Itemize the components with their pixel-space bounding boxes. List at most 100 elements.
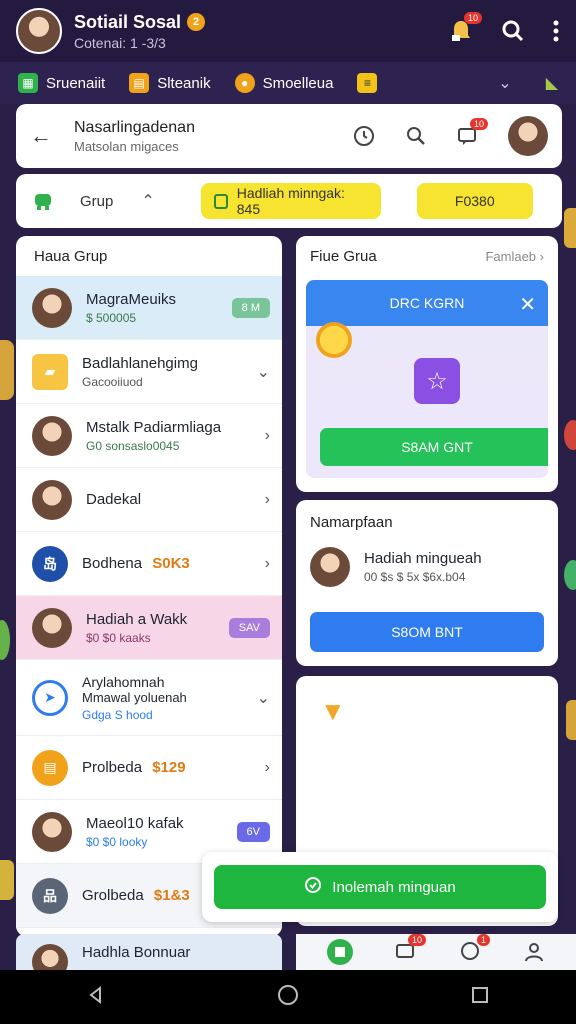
status-chip[interactable]: 6V <box>236 821 270 842</box>
category-label: Smoelleua <box>262 74 334 92</box>
chevron-right-icon[interactable]: › <box>265 491 270 509</box>
more-menu-icon[interactable] <box>552 19 560 43</box>
user-avatar[interactable] <box>508 116 548 156</box>
list-item-text: Bodhena S0K3 <box>82 555 265 572</box>
calendar-icon: ▤ <box>32 749 68 786</box>
chevron-up-icon[interactable]: ⌃ <box>141 191 154 211</box>
decor-shape <box>566 700 576 740</box>
store-icon: ▤ <box>129 73 150 93</box>
reward-claim-button[interactable]: S8OM BNT <box>310 612 544 652</box>
member-avatar <box>32 811 72 852</box>
list-item[interactable]: Hadhla Bonnuar <box>16 934 282 980</box>
list-item[interactable]: Hadiah a Wakk $0 $0 kaaks SAV <box>16 596 282 660</box>
list-item[interactable]: 岛 Bodhena S0K3 › <box>16 532 282 596</box>
chat-badge: 10 <box>469 118 488 130</box>
featured-group-panel: Fiue Grua Famlaeb › DRC KGRN ✕ ☆ S8AM GN… <box>296 236 558 492</box>
category-label: Sruenaiit <box>46 74 106 92</box>
page-subtitle: Matsolan migaces <box>74 138 179 154</box>
chat-icon[interactable]: 10 <box>456 118 488 148</box>
decor-shape <box>564 420 576 450</box>
group-tab-label[interactable]: Grup <box>80 193 113 210</box>
page-header: ← Nasarlingadenan Matsolan migaces 10 <box>16 104 562 168</box>
list-item[interactable]: MagraMeuiks $ 500005 8 M <box>16 276 282 340</box>
list-item-text: Maeol10 kafak $0 $0 looky <box>86 815 237 849</box>
reward-panel: Namarpfaan Hadiah mingueah 00 $s $ 5x $6… <box>296 500 558 666</box>
group-logo-icon: 品 <box>32 877 68 914</box>
promo-claim-button[interactable]: S8AM GNT <box>320 428 548 466</box>
list-item-title: Hadiah a Wakk <box>86 610 188 628</box>
member-avatar <box>32 415 72 456</box>
close-icon[interactable]: ✕ <box>519 292 536 317</box>
search-icon[interactable] <box>404 124 428 148</box>
clock-icon[interactable] <box>352 124 376 148</box>
list-item-text: Arylahomnah Mmawal yoluenah Gdga S hood <box>82 674 257 722</box>
list-item-text: Prolbeda $129 <box>82 759 265 776</box>
list-item-text: Badlahlanehgimg Gacooiiuod <box>82 355 257 389</box>
chevron-right-icon[interactable]: › <box>265 759 270 777</box>
status-chip[interactable]: SAV <box>228 617 270 638</box>
member-avatar <box>32 287 72 328</box>
share-icon: ➤ <box>32 679 68 716</box>
grid-icon[interactable] <box>326 938 354 966</box>
status-chip[interactable]: 8 M <box>231 297 270 318</box>
list-item-name: Prolbeda <box>82 759 143 776</box>
chat-icon[interactable]: 10 <box>394 934 426 964</box>
chevron-right-icon[interactable]: › <box>265 427 270 445</box>
list-item[interactable]: Mstalk Padiarmliaga G0 sonsaslo0045 › <box>16 404 282 468</box>
list-item-price: $1&3 <box>153 887 190 904</box>
category-label: Slteanik <box>157 74 211 92</box>
points-pill[interactable]: F0380 <box>416 183 533 219</box>
edit-icon[interactable]: ◣ <box>546 73 558 93</box>
promo-banner-text: DRC KGRN <box>389 295 465 311</box>
back-icon[interactable] <box>86 985 106 1010</box>
chevron-down-icon[interactable]: ⌄ <box>257 688 270 708</box>
weekly-cta-label: Inolemah minguan <box>332 878 456 896</box>
weekly-cta-button[interactable]: Inolemah minguan <box>214 865 546 909</box>
promo-card: DRC KGRN ✕ ☆ S8AM GNT <box>306 280 548 478</box>
weekly-reward-label: Hadliah minngak: 845 <box>236 185 345 217</box>
message-icon[interactable]: 1 <box>458 934 490 964</box>
list-item-price: S0K3 <box>152 555 190 572</box>
reward-item-text: Hadiah mingueah 00 $s $ 5x $6x.b04 <box>364 550 482 584</box>
points-label: F0380 <box>454 193 495 209</box>
title-badge: 2 <box>187 13 206 31</box>
list-item-title: MagraMeuiks <box>86 290 177 308</box>
chevron-down-icon[interactable]: ⌄ <box>257 362 270 382</box>
back-arrow-icon[interactable]: ← <box>30 123 60 149</box>
promo-banner: DRC KGRN ✕ <box>306 280 548 326</box>
chevron-down-icon[interactable]: ⌄ <box>498 73 511 93</box>
list-item[interactable]: ➤ Arylahomnah Mmawal yoluenah Gdga S hoo… <box>16 660 282 736</box>
weekly-reward-pill[interactable]: Hadliah minngak: 845 <box>200 183 381 219</box>
search-icon[interactable] <box>500 18 526 44</box>
list-item[interactable]: Dadekal › <box>16 468 282 532</box>
decor-shape <box>564 208 576 248</box>
bottom-tab-bar: 10 1 <box>296 934 576 970</box>
list-item-title: Dadekal <box>86 491 142 508</box>
system-navigation-bar <box>0 970 576 1024</box>
recents-icon[interactable] <box>470 985 490 1010</box>
profile-avatar[interactable] <box>16 8 62 54</box>
grid-icon: ▦ <box>18 73 38 93</box>
coin-icon <box>316 322 352 358</box>
member-avatar <box>32 607 72 648</box>
home-icon[interactable] <box>277 984 299 1011</box>
category-item[interactable]: ▦ Sruenaiit <box>18 73 105 93</box>
list-item-subtitle: Gdga S hood <box>82 707 153 722</box>
decor-shape <box>0 860 14 900</box>
group-list-panel: Haua Grup MagraMeuiks $ 500005 8 M ▰ Bad… <box>16 236 282 936</box>
profile-icon[interactable] <box>522 940 546 964</box>
category-item[interactable]: ▤ Slteanik <box>129 73 211 93</box>
list-item-subtitle: $0 $0 looky <box>86 834 148 849</box>
list-item-text: MagraMeuiks $ 500005 <box>86 291 232 325</box>
list-item[interactable]: ▤ Prolbeda $129 › <box>16 736 282 800</box>
reward-item-subtitle: 00 $s $ 5x $6x.b04 <box>364 570 466 584</box>
list-item-title: Maeol10 kafak <box>86 814 184 832</box>
list-item[interactable]: ▰ Badlahlanehgimg Gacooiiuod ⌄ <box>16 340 282 404</box>
featured-group-link[interactable]: Famlaeb › <box>485 249 544 264</box>
chevron-right-icon[interactable]: › <box>265 555 270 573</box>
category-item[interactable]: ≡ <box>357 73 378 93</box>
chevron-right-icon: › <box>539 248 544 264</box>
list-item-name: Bodhena <box>82 555 143 572</box>
notification-icon[interactable]: 10 <box>448 12 482 44</box>
category-item[interactable]: ● Smoelleua <box>234 73 334 93</box>
